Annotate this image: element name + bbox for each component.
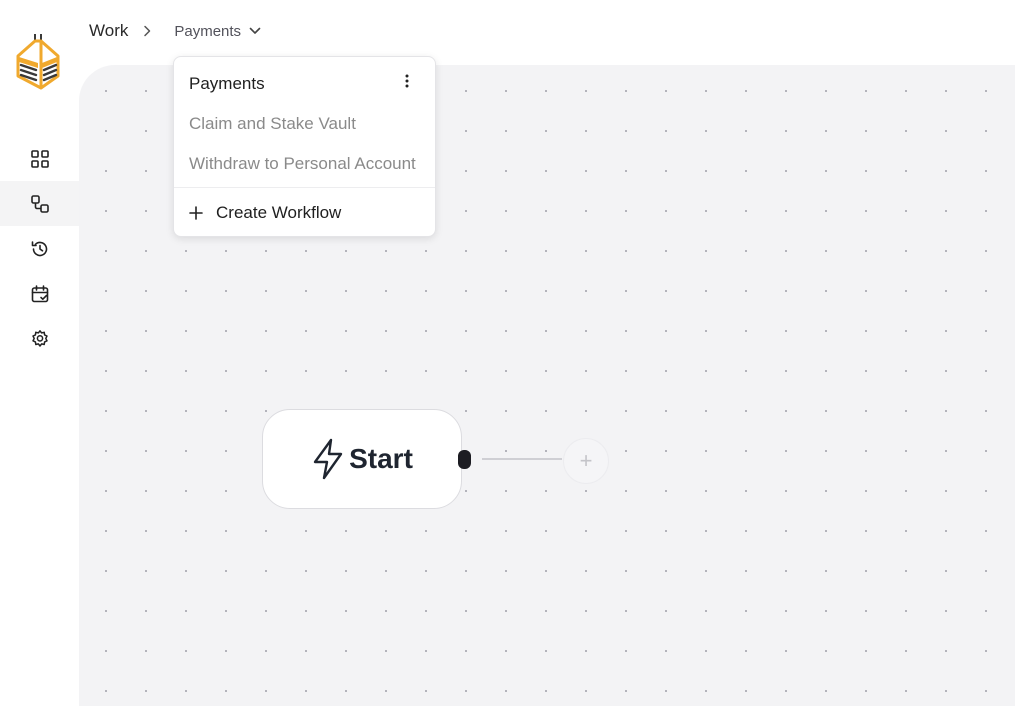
create-workflow-label: Create Workflow xyxy=(216,203,342,222)
brand-logo-mark xyxy=(16,34,60,90)
history-icon xyxy=(31,240,47,256)
sidebar xyxy=(0,0,79,706)
start-node[interactable]: Start xyxy=(262,409,462,509)
workflow-selector-label: Payments xyxy=(174,22,242,40)
dropdown-item-withdraw-to-personal-account[interactable]: Withdraw to Personal Account xyxy=(189,154,416,174)
add-node-button[interactable]: + xyxy=(563,438,609,484)
workflow-selector[interactable]: Payments xyxy=(174,23,261,40)
sidebar-item-workflows[interactable] xyxy=(0,181,79,226)
breadcrumb: Work Payments xyxy=(89,18,261,44)
create-workflow-button[interactable]: Create Workflow xyxy=(189,203,341,223)
sidebar-item-history[interactable] xyxy=(0,226,79,271)
plus-icon xyxy=(189,206,203,220)
more-options-icon[interactable] xyxy=(399,73,415,89)
start-node-label: Start xyxy=(349,443,413,474)
grid-icon xyxy=(30,149,49,168)
calendar-check-icon xyxy=(31,284,48,302)
sidebar-item-settings[interactable] xyxy=(0,316,79,361)
sidebar-item-schedule[interactable] xyxy=(0,271,79,316)
workflow-icon xyxy=(30,194,49,213)
gear-icon xyxy=(31,329,48,347)
add-node-label: + xyxy=(579,448,593,473)
lightning-icon xyxy=(313,438,343,480)
start-node-output-handle[interactable] xyxy=(458,450,471,469)
chevron-right-icon xyxy=(142,25,152,37)
app: Work Payments Payments Claim and Stake V… xyxy=(0,0,1015,706)
dropdown-item-payments[interactable]: Payments xyxy=(189,74,265,94)
workflow-dropdown: Payments Claim and Stake Vault Withdraw … xyxy=(173,56,436,237)
chevron-down-icon xyxy=(249,27,261,34)
brand-logo[interactable] xyxy=(14,30,64,94)
node-connector-line xyxy=(482,458,562,460)
sidebar-item-dashboard[interactable] xyxy=(0,136,79,181)
breadcrumb-root[interactable]: Work xyxy=(89,21,128,41)
dropdown-divider xyxy=(174,187,435,188)
dropdown-item-claim-and-stake-vault[interactable]: Claim and Stake Vault xyxy=(189,114,356,134)
